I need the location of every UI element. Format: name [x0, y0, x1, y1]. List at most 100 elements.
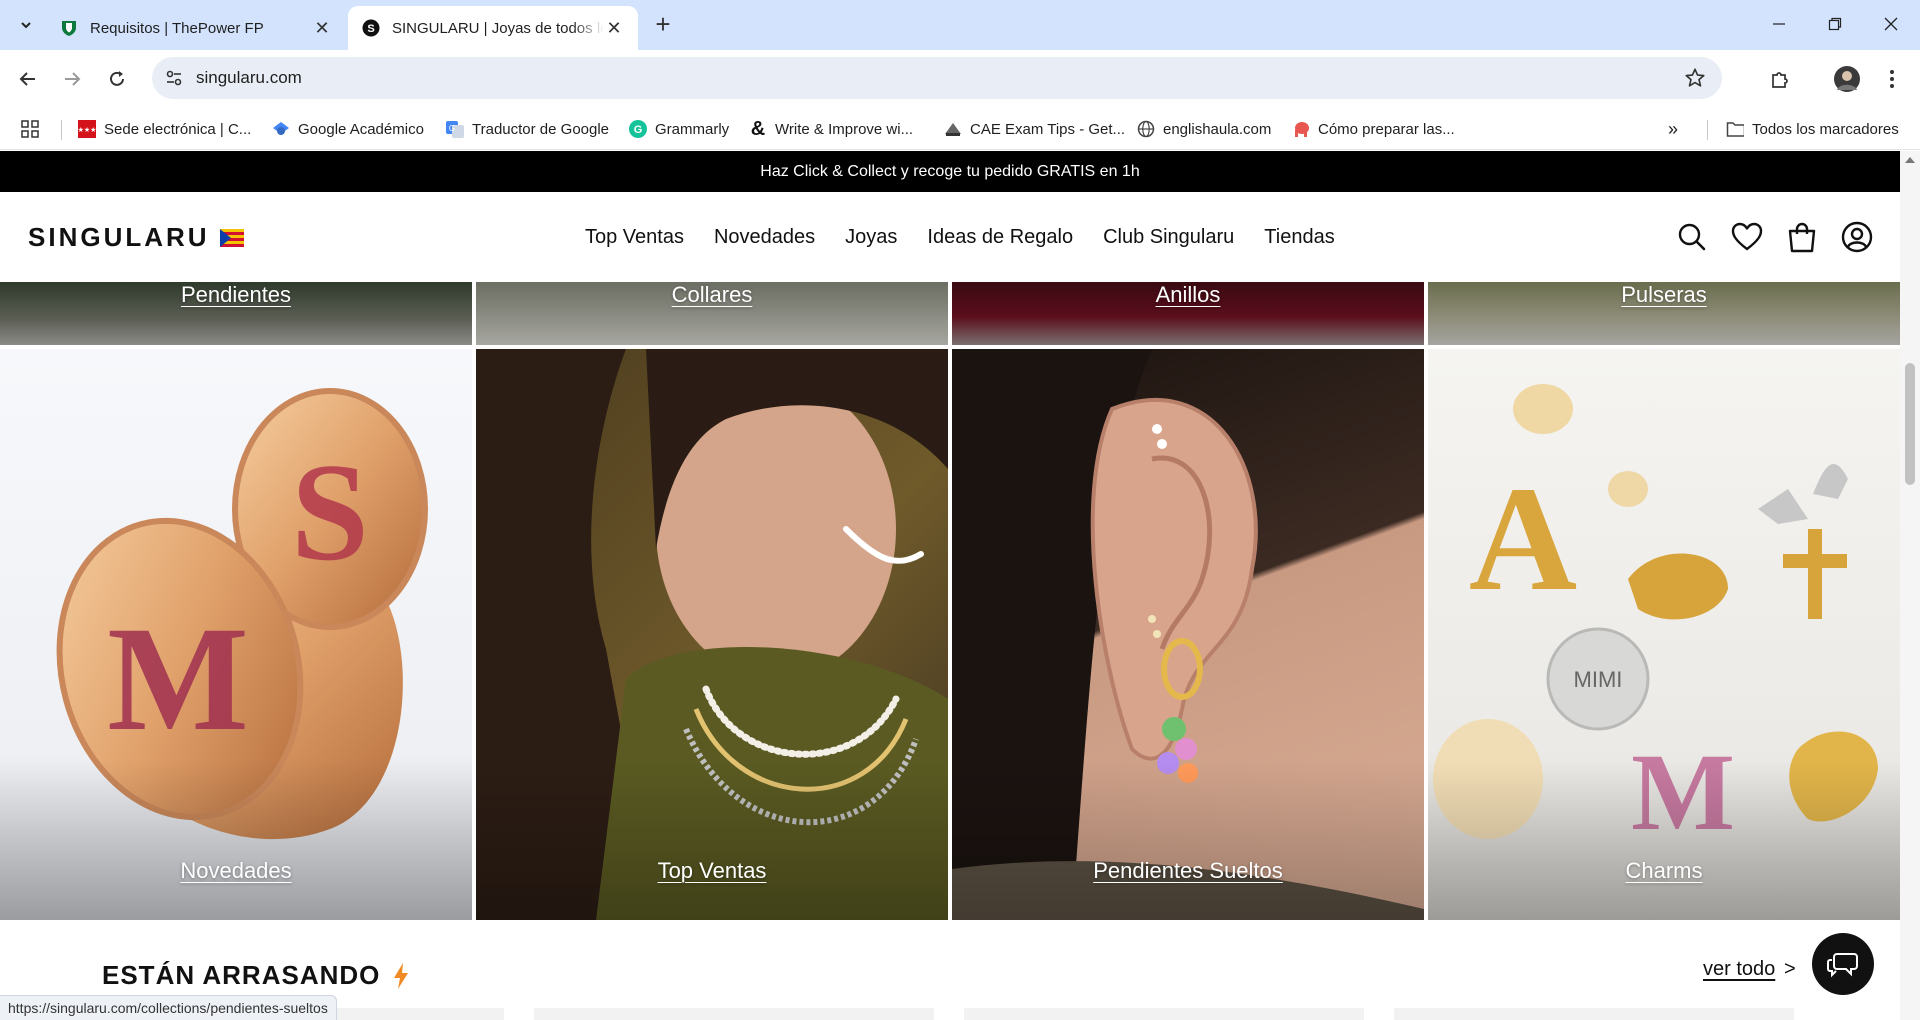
- address-bar[interactable]: singularu.com: [152, 57, 1722, 99]
- logo-text: SINGULARU: [28, 222, 210, 252]
- new-tab-button[interactable]: +: [648, 10, 678, 40]
- apps-button[interactable]: [20, 116, 40, 142]
- back-button[interactable]: [12, 63, 44, 95]
- bookmark-write-improve[interactable]: & Write & Improve wi...: [749, 116, 913, 142]
- category-label[interactable]: Charms: [1428, 858, 1900, 884]
- category-card-novedades[interactable]: S M Novedades: [0, 349, 472, 920]
- bookmark-como-preparar[interactable]: Cómo preparar las...: [1292, 116, 1455, 142]
- url-text[interactable]: singularu.com: [196, 68, 302, 88]
- nav-tiendas[interactable]: Tiendas: [1264, 226, 1334, 249]
- browser-menu-button[interactable]: [1876, 63, 1908, 95]
- bookmarks-bar: ★★★ Sede electrónica | C... Google Acadé…: [0, 108, 1920, 150]
- nav-club-singularu[interactable]: Club Singularu: [1103, 226, 1234, 249]
- nav-joyas[interactable]: Joyas: [845, 226, 897, 249]
- status-bar: https://singularu.com/collections/pendie…: [0, 995, 337, 1020]
- more-bookmarks-button[interactable]: »: [1668, 116, 1678, 142]
- site-settings-icon[interactable]: [164, 68, 184, 88]
- browser-toolbar: singularu.com: [0, 50, 1920, 108]
- close-tab-icon[interactable]: ✕: [604, 18, 624, 38]
- chevron-right-icon[interactable]: >: [1784, 958, 1796, 981]
- account-button[interactable]: [1839, 219, 1875, 255]
- nav-top-ventas[interactable]: Top Ventas: [585, 226, 684, 249]
- arrow-right-icon: [65, 72, 81, 86]
- nav-ideas-de-regalo[interactable]: Ideas de Regalo: [927, 226, 1073, 249]
- product-card[interactable]: [964, 1008, 1364, 1020]
- category-card-pendientes-sueltos[interactable]: Pendientes Sueltos: [952, 349, 1424, 920]
- bookmark-translate[interactable]: G Traductor de Google: [446, 116, 609, 142]
- category-label[interactable]: Top Ventas: [476, 858, 948, 884]
- cart-button[interactable]: [1784, 219, 1820, 255]
- svg-text:A: A: [1469, 456, 1577, 622]
- category-card-pendientes[interactable]: Pendientes: [0, 282, 472, 345]
- chevron-down-icon: [21, 22, 31, 29]
- minimize-button[interactable]: [1750, 0, 1808, 48]
- reload-icon: [110, 71, 124, 86]
- bookmark-sede[interactable]: ★★★ Sede electrónica | C...: [78, 116, 251, 142]
- tab-thepower[interactable]: Requisitos | ThePower FP ✕: [46, 6, 346, 50]
- svg-text:G: G: [449, 124, 455, 133]
- chat-button[interactable]: [1812, 933, 1874, 995]
- bookmark-scholar[interactable]: Google Académico: [272, 116, 424, 142]
- cae-icon: [944, 120, 962, 138]
- see-all-link[interactable]: ver todo: [1703, 958, 1775, 981]
- restore-button[interactable]: [1806, 0, 1864, 48]
- close-tab-icon[interactable]: ✕: [312, 18, 332, 38]
- image-shade: [476, 760, 948, 920]
- close-window-button[interactable]: [1862, 0, 1920, 48]
- image-shade: [952, 760, 1424, 920]
- profile-avatar[interactable]: [1831, 63, 1863, 95]
- reload-button[interactable]: [101, 63, 133, 95]
- bookmark-star-icon[interactable]: [1684, 67, 1706, 89]
- category-label[interactable]: Pendientes: [0, 282, 472, 308]
- category-label[interactable]: Novedades: [0, 858, 472, 884]
- category-card-charms[interactable]: A MIMI M Charms: [1428, 349, 1900, 920]
- product-card[interactable]: [1394, 1008, 1794, 1020]
- wishlist-button[interactable]: [1729, 219, 1765, 255]
- grammarly-icon: G: [629, 120, 647, 138]
- singularu-s-icon: S: [362, 19, 380, 37]
- search-button[interactable]: [1674, 219, 1710, 255]
- forward-button[interactable]: [56, 63, 88, 95]
- svg-text:MIMI: MIMI: [1574, 667, 1623, 692]
- minimize-icon: [1773, 23, 1785, 25]
- all-bookmarks-label: Todos los marcadores: [1752, 120, 1899, 138]
- chat-bubble-icon: [1827, 953, 1858, 978]
- bookmark-cae[interactable]: CAE Exam Tips - Get...: [944, 116, 1125, 142]
- bookmark-label: Write & Improve wi...: [775, 120, 914, 138]
- category-card-pulseras[interactable]: Pulseras: [1428, 282, 1900, 345]
- tab-search-button[interactable]: [10, 9, 42, 41]
- nav-novedades[interactable]: Novedades: [714, 226, 815, 249]
- extensions-button[interactable]: [1764, 63, 1796, 95]
- scroll-up-icon[interactable]: [1905, 157, 1915, 163]
- svg-text:S: S: [291, 435, 369, 590]
- category-label[interactable]: Anillos: [952, 282, 1424, 308]
- bookmark-englishaula[interactable]: englishaula.com: [1137, 116, 1271, 142]
- bookmark-label: Google Académico: [298, 120, 424, 138]
- category-label[interactable]: Collares: [476, 282, 948, 308]
- avatar: [1834, 66, 1860, 92]
- announcement-bar[interactable]: Haz Click & Collect y recoge tu pedido G…: [0, 151, 1900, 192]
- main-nav: Top Ventas Novedades Joyas Ideas de Rega…: [585, 226, 1335, 249]
- double-chevron-icon: »: [1668, 118, 1679, 139]
- page-scrollbar[interactable]: [1900, 151, 1920, 1020]
- scholar-icon: [272, 120, 290, 138]
- section-title-text: ESTÁN ARRASANDO: [102, 960, 381, 990]
- product-card[interactable]: [534, 1008, 934, 1020]
- tab-singularu[interactable]: S SINGULARU | Joyas de todos los ✕: [348, 6, 638, 50]
- category-card-top-ventas[interactable]: Top Ventas: [476, 349, 948, 920]
- category-grid: S M Novedades Top Ventas Pendientes Suel…: [0, 349, 1900, 920]
- divider: [61, 120, 62, 140]
- bookmark-grammarly[interactable]: G Grammarly: [629, 116, 729, 142]
- scrollbar-thumb[interactable]: [1905, 363, 1915, 485]
- category-card-collares[interactable]: Collares: [476, 282, 948, 345]
- search-icon: [1678, 223, 1706, 251]
- section-title: ESTÁN ARRASANDO: [102, 960, 410, 991]
- all-bookmarks-button[interactable]: Todos los marcadores: [1726, 116, 1899, 142]
- divider: [1707, 120, 1708, 140]
- svg-text:M: M: [107, 596, 249, 762]
- category-label[interactable]: Pendientes Sueltos: [952, 858, 1424, 884]
- site-logo[interactable]: SINGULARU: [28, 222, 244, 253]
- category-label[interactable]: Pulseras: [1428, 282, 1900, 308]
- svg-text:S: S: [367, 23, 374, 35]
- category-card-anillos[interactable]: Anillos: [952, 282, 1424, 345]
